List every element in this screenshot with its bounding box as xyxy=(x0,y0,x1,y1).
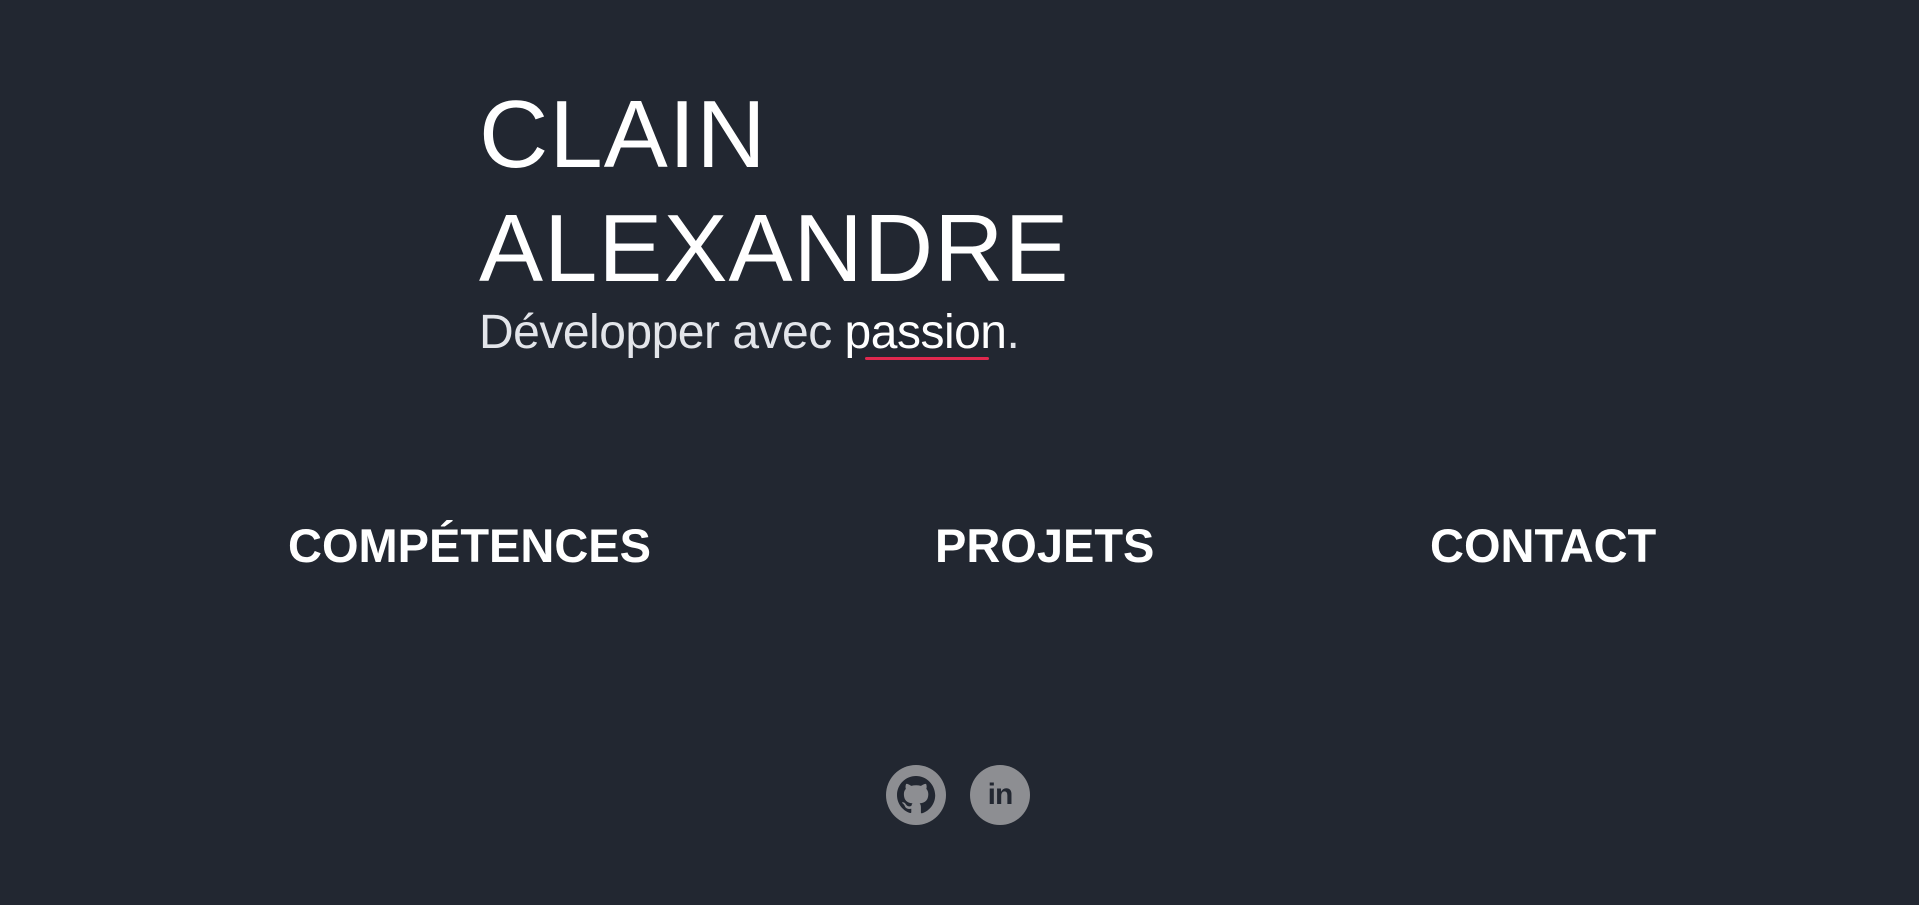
tagline-highlight: passion xyxy=(845,302,1007,364)
hero: CLAIN ALEXANDRE Développer avec passion. xyxy=(479,78,1070,364)
tagline-highlight-text: passion xyxy=(844,306,1007,359)
github-link[interactable] xyxy=(886,765,946,825)
github-icon xyxy=(897,776,936,814)
linkedin-link[interactable]: in xyxy=(970,765,1030,825)
tagline-suffix: . xyxy=(1006,306,1020,359)
nav-link-contact[interactable]: CONTACT xyxy=(1430,518,1656,574)
highlight-underline xyxy=(864,357,989,360)
nav-link-projets[interactable]: PROJETS xyxy=(935,518,1154,574)
social-links: in xyxy=(886,765,1030,825)
name-first: CLAIN xyxy=(479,81,767,188)
portfolio-page: CLAIN ALEXANDRE Développer avec passion.… xyxy=(0,0,1919,905)
tagline: Développer avec passion. xyxy=(479,302,1070,364)
nav-link-competences[interactable]: COMPÉTENCES xyxy=(288,518,651,574)
tagline-prefix: Développer avec xyxy=(479,306,845,359)
linkedin-icon: in xyxy=(987,778,1014,811)
name-last: ALEXANDRE xyxy=(479,195,1070,302)
